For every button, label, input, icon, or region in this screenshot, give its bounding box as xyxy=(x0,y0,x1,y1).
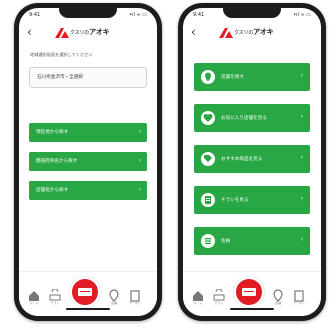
tab-flyer[interactable]: チラシ xyxy=(213,288,225,305)
tab-label: 店舗 xyxy=(274,301,281,305)
member-card-button[interactable] xyxy=(234,277,264,307)
heart-icon xyxy=(203,114,213,122)
menu-tile-favorite-store[interactable]: お気に入り店舗を見る › xyxy=(194,104,310,132)
home-indicator xyxy=(230,308,274,310)
tile-label: 店舗を探す xyxy=(221,75,244,80)
logo-text: クスリのアオキ xyxy=(234,28,274,36)
chevron-right-icon: › xyxy=(300,154,303,161)
menu-tile-recommended[interactable]: おすすめ商品を見る › xyxy=(194,145,310,173)
tile-label: おすすめ商品を見る xyxy=(221,157,263,162)
chevron-right-icon: › xyxy=(300,72,303,79)
phone-left: 9:41 •ıl ≈ ▭ ‹ クスリのアオキ 地域選択画面を選択してください 石… xyxy=(14,3,162,321)
chevron-right-icon: › xyxy=(300,113,303,120)
app-header: ‹ クスリのアオキ xyxy=(19,23,157,43)
tab-label: 店舗 xyxy=(110,301,117,305)
area-hint-text: 地域選択画面を選択してください xyxy=(30,52,93,57)
tile-label: お気に入り店舗を見る xyxy=(221,116,267,121)
notch xyxy=(223,8,281,18)
tab-label: ホーム xyxy=(193,301,203,305)
menu-screen: 9:41 •ıl ≈ ▭ ‹ クスリのアオキ 店舗を探す › お気に入り店舗を見… xyxy=(183,8,321,316)
chevron-left-icon[interactable]: ‹ xyxy=(191,24,196,40)
button-label: 店舗名から探す xyxy=(36,188,69,193)
tile-label: チラシを見る xyxy=(221,198,249,203)
chevron-right-icon: › xyxy=(300,236,303,243)
status-icons: •ıl ≈ ▭ xyxy=(293,12,311,18)
button-label: 現在地から探す xyxy=(36,130,69,135)
logo-text: クスリのアオキ xyxy=(70,28,110,36)
menu-tile-flyer[interactable]: チラシを見る › xyxy=(194,186,310,214)
flyer-icon xyxy=(205,196,211,204)
tab-coupon[interactable]: クーポン xyxy=(129,288,141,305)
tab-store[interactable]: 店舗 xyxy=(108,288,120,305)
button-label: 都道府県名から探す xyxy=(36,159,78,164)
status-icons: •ıl ≈ ▭ xyxy=(129,12,147,18)
chevron-right-icon: › xyxy=(138,157,141,164)
status-time: 9:41 xyxy=(193,12,205,18)
tab-flyer[interactable]: チラシ xyxy=(49,288,61,305)
tab-coupon[interactable]: クーポン xyxy=(293,288,305,305)
tab-label: チラシ xyxy=(214,301,224,305)
store-search-screen: 9:41 •ıl ≈ ▭ ‹ クスリのアオキ 地域選択画面を選択してください 石… xyxy=(19,8,157,316)
chevron-right-icon: › xyxy=(138,128,141,135)
tab-home[interactable]: ホーム xyxy=(28,288,40,305)
tile-label: 会員 xyxy=(221,239,231,244)
menu-tile-find-store[interactable]: 店舗を探す › xyxy=(194,63,310,91)
list-icon xyxy=(205,238,211,245)
tab-store[interactable]: 店舗 xyxy=(272,288,284,305)
search-prefecture-button[interactable]: 都道府県名から探す › xyxy=(29,152,147,171)
tab-home[interactable]: ホーム xyxy=(192,288,204,305)
chevron-right-icon: › xyxy=(300,195,303,202)
tile-icon-circle xyxy=(201,193,215,207)
tag-icon xyxy=(204,155,212,162)
member-card-icon xyxy=(78,288,92,296)
selected-area-field[interactable]: 石川県金沢市・全選択 xyxy=(29,67,147,88)
tab-label: クーポン xyxy=(292,301,305,305)
phone-right: 9:41 •ıl ≈ ▭ ‹ クスリのアオキ 店舗を探す › お気に入り店舗を見… xyxy=(178,3,326,321)
menu-tile-member[interactable]: 会員 › xyxy=(194,227,310,255)
notch xyxy=(59,8,117,18)
aoki-logo-icon xyxy=(219,28,233,38)
home-indicator xyxy=(66,308,110,310)
tab-label: ホーム xyxy=(29,301,39,305)
selected-area-value: 石川県金沢市・全選択 xyxy=(37,75,83,80)
tile-icon-circle xyxy=(201,152,215,166)
status-time: 9:41 xyxy=(29,12,41,18)
member-card-icon xyxy=(242,288,256,296)
tile-icon-circle xyxy=(201,234,215,248)
aoki-logo-icon xyxy=(55,28,69,38)
member-card-button[interactable] xyxy=(70,277,100,307)
chevron-right-icon: › xyxy=(138,186,141,193)
search-current-location-button[interactable]: 現在地から探す › xyxy=(29,123,147,142)
tile-icon-circle xyxy=(201,111,215,125)
chevron-left-icon[interactable]: ‹ xyxy=(27,24,32,40)
tab-label: チラシ xyxy=(50,301,60,305)
search-store-name-button[interactable]: 店舗名から探す › xyxy=(29,181,147,200)
map-pin-icon xyxy=(205,72,211,82)
tab-label: クーポン xyxy=(128,301,141,305)
tile-icon-circle xyxy=(201,70,215,84)
app-header: ‹ クスリのアオキ xyxy=(183,23,321,43)
